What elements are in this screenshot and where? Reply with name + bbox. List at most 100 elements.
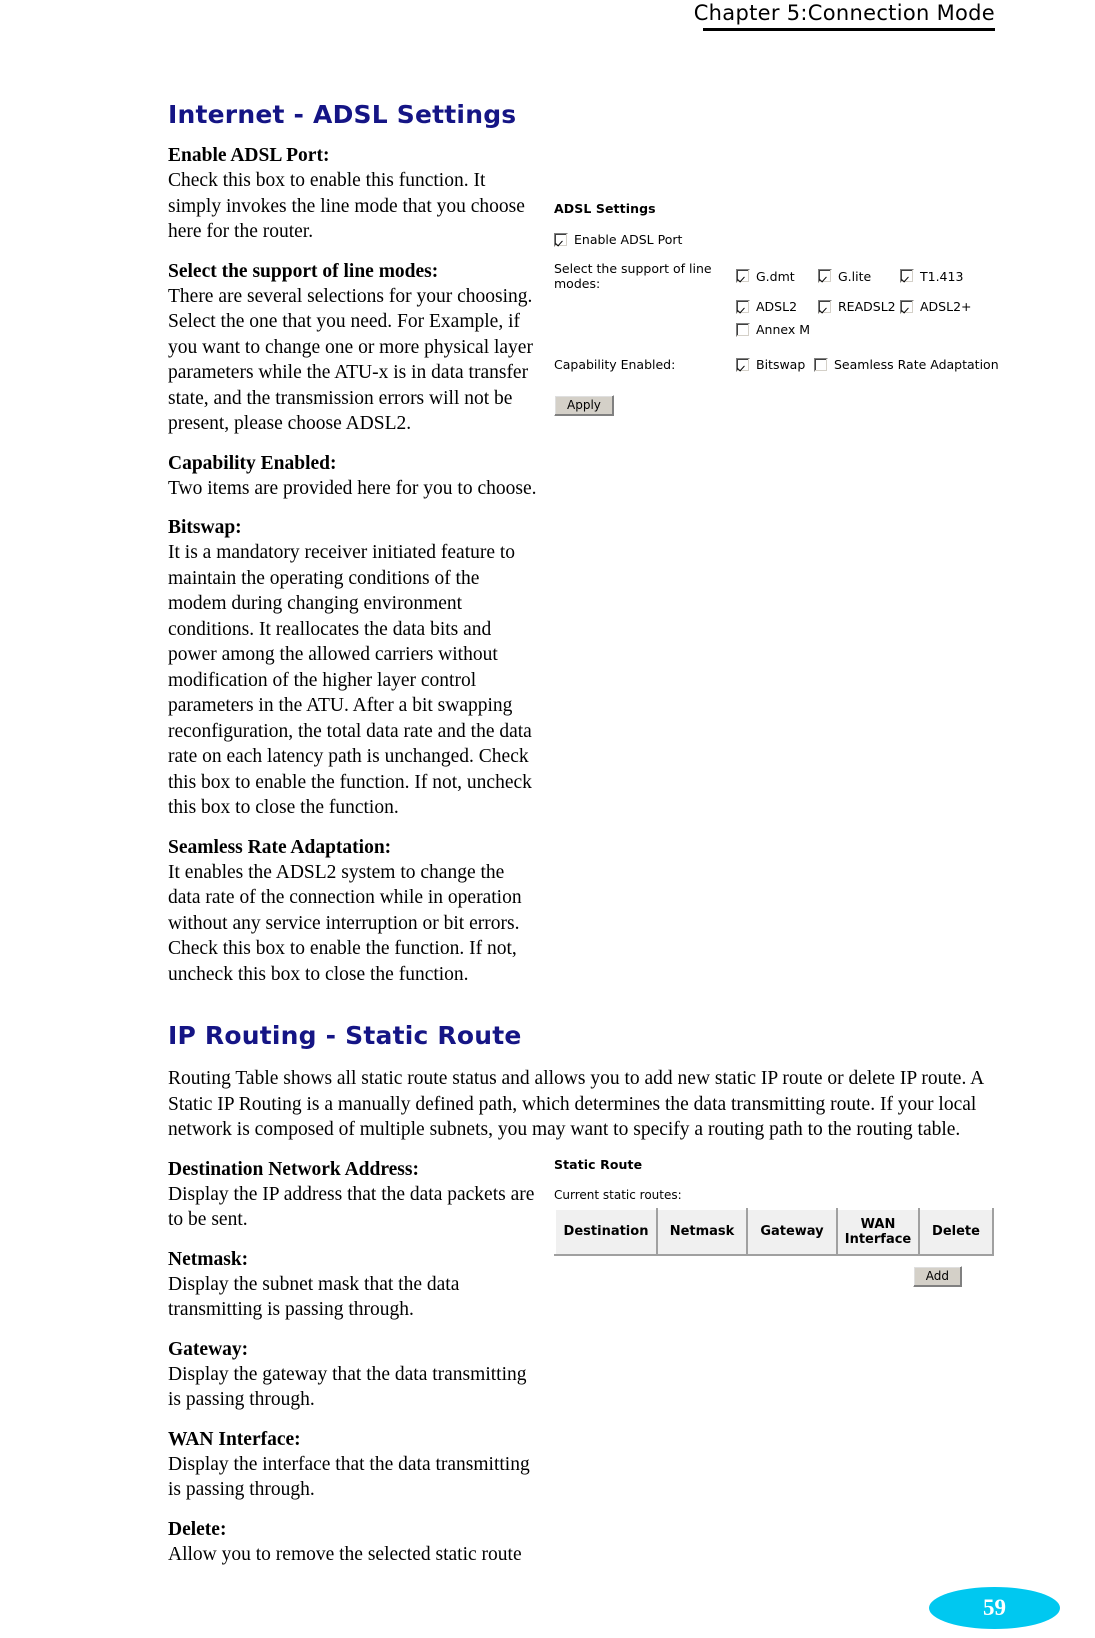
apply-button[interactable]: Apply — [554, 395, 614, 416]
line-mode-label: G.lite — [838, 268, 872, 284]
enable-adsl-port-label: Enable ADSL Port — [574, 232, 683, 247]
checkbox-icon[interactable] — [814, 357, 828, 372]
capability-slot: Seamless Rate Adaptation — [814, 357, 999, 372]
checkbox-icon[interactable] — [736, 357, 750, 372]
table-header-row: Destination Netmask Gateway WAN Interfac… — [554, 1207, 994, 1256]
checkbox-icon[interactable] — [818, 269, 832, 283]
page-content: Internet - ADSL Settings Enable ADSL Por… — [168, 100, 999, 1581]
line-mode-checkbox-t1413[interactable]: T1.413 — [900, 269, 992, 284]
line-mode-checkbox-readsl2[interactable]: READSL2 — [818, 299, 900, 314]
line-mode-slot: ADSL2+ — [900, 299, 992, 314]
definition-bitswap: Bitswap: It is a mandatory receiver init… — [168, 515, 540, 821]
line-mode-checkbox-adsl2plus[interactable]: ADSL2+ — [900, 299, 992, 314]
routing-intro-paragraph: Routing Table shows all static route sta… — [168, 1068, 984, 1140]
page-title-adsl: Internet - ADSL Settings — [168, 100, 517, 129]
definition-enable-adsl-port: Enable ADSL Port: Check this box to enab… — [168, 143, 540, 245]
enable-adsl-port-row: Enable ADSL Port — [554, 232, 994, 247]
definition-line-modes: Select the support of line modes: There … — [168, 259, 540, 437]
definition-term: Seamless Rate Adaptation: — [168, 836, 392, 858]
column-header-delete: Delete — [918, 1207, 994, 1256]
line-mode-slot: ADSL2 — [736, 299, 818, 314]
capability-checkbox-seamless-rate-adaptation[interactable]: Seamless Rate Adaptation — [814, 357, 999, 372]
definition-capability-enabled: Capability Enabled: Two items are provid… — [168, 451, 540, 502]
apply-button-row: Apply — [554, 394, 994, 416]
adsl-settings-screenshot: ADSL Settings Enable ADSL Port Select th… — [554, 201, 999, 416]
adsl-settings-panel-title: ADSL Settings — [554, 201, 656, 216]
line-mode-label: G.dmt — [756, 268, 795, 284]
definition-description: Check this box to enable this function. … — [168, 170, 525, 242]
header-rule — [703, 28, 995, 31]
definition-term: WAN Interface: — [168, 1428, 301, 1450]
definition-term: Select the support of line modes: — [168, 260, 439, 282]
table-header: Destination Netmask Gateway WAN Interfac… — [554, 1207, 994, 1256]
definition-description: Display the gateway that the data transm… — [168, 1363, 527, 1411]
definition-description: Two items are provided here for you to c… — [168, 477, 537, 499]
line-mode-label: ADSL2+ — [920, 299, 972, 314]
capability-slot: Bitswap — [736, 357, 814, 372]
add-button[interactable]: Add — [912, 1265, 962, 1287]
checkbox-icon[interactable] — [554, 232, 568, 247]
page-number-badge: 59 — [929, 1587, 1060, 1629]
line-mode-slot: READSL2 — [818, 299, 900, 314]
definition-seamless-rate-adaptation: Seamless Rate Adaptation: It enables the… — [168, 835, 540, 988]
line-mode-checkbox-gdmt[interactable]: G.dmt — [736, 269, 818, 284]
column-header-wan-interface: WAN Interface — [836, 1207, 920, 1256]
enable-adsl-port-checkbox[interactable]: Enable ADSL Port — [554, 232, 682, 247]
definition-description: Display the IP address that the data pac… — [168, 1183, 535, 1231]
adsl-section-columns: Enable ADSL Port: Check this box to enab… — [168, 143, 999, 987]
definition-term: Enable ADSL Port: — [168, 145, 330, 166]
definition-description: Allow you to remove the selected static … — [168, 1543, 522, 1565]
definition-description: There are several selections for your ch… — [168, 285, 533, 435]
line-modes-row-3: Annex M — [554, 322, 994, 337]
chapter-title: Chapter 5:Connection Mode — [693, 1, 995, 25]
checkbox-icon[interactable] — [818, 299, 832, 314]
line-mode-checkbox-annex-m[interactable]: Annex M — [736, 322, 818, 337]
current-static-routes-label: Current static routes: — [554, 1187, 682, 1202]
definition-delete: Delete: Allow you to remove the selected… — [168, 1517, 540, 1568]
line-mode-slot: G.lite — [818, 269, 900, 284]
definition-description: It enables the ADSL2 system to change th… — [168, 861, 522, 985]
line-mode-label: ADSL2 — [756, 299, 798, 314]
line-mode-label: Annex M — [756, 322, 811, 337]
static-route-panel-title: Static Route — [554, 1156, 643, 1172]
checkbox-icon[interactable] — [736, 269, 750, 283]
checkbox-icon[interactable] — [900, 299, 914, 314]
checkbox-icon[interactable] — [736, 299, 750, 314]
adsl-definition-list: Enable ADSL Port: Check this box to enab… — [168, 143, 540, 987]
definition-term: Gateway: — [168, 1338, 249, 1360]
definition-description: It is a mandatory receiver initiated fea… — [168, 542, 532, 818]
static-routes-table: Destination Netmask Gateway WAN Interfac… — [554, 1207, 994, 1256]
line-modes-group: Select the support of line modes: G.dmt … — [554, 261, 994, 337]
definition-description: Display the subnet mask that the data tr… — [168, 1273, 460, 1321]
capability-checkbox-bitswap[interactable]: Bitswap — [736, 357, 814, 372]
line-mode-checkbox-adsl2[interactable]: ADSL2 — [736, 299, 818, 314]
line-modes-row-1: Select the support of line modes: G.dmt … — [554, 261, 994, 291]
routing-section-columns: Destination Network Address: Display the… — [168, 1156, 998, 1568]
add-button-row: Add — [554, 1265, 962, 1287]
line-mode-label: T1.413 — [920, 268, 964, 284]
definition-term: Capability Enabled: — [168, 452, 337, 474]
line-modes-label: Select the support of line modes: — [554, 261, 712, 291]
line-modes-row-2: ADSL2 READSL2 ADSL2+ — [554, 299, 994, 314]
definition-gateway: Gateway: Display the gateway that the da… — [168, 1337, 540, 1413]
capability-enabled-row: Capability Enabled: Bitswap Seamless Rat… — [554, 357, 999, 372]
definition-term: Bitswap: — [168, 517, 242, 538]
column-header-netmask: Netmask — [656, 1207, 748, 1256]
line-mode-slot: T1.413 — [900, 269, 992, 284]
capability-enabled-label: Capability Enabled: — [554, 357, 676, 372]
page-title-ip-routing: IP Routing - Static Route — [168, 1021, 522, 1050]
line-mode-checkbox-glite[interactable]: G.lite — [818, 269, 900, 284]
definition-wan-interface: WAN Interface: Display the interface tha… — [168, 1427, 540, 1503]
routing-definition-list: Destination Network Address: Display the… — [168, 1157, 540, 1568]
column-header-gateway: Gateway — [746, 1207, 838, 1256]
definition-netmask: Netmask: Display the subnet mask that th… — [168, 1247, 540, 1323]
capability-label: Bitswap — [756, 357, 806, 372]
checkbox-icon[interactable] — [900, 269, 914, 283]
line-mode-slot: Annex M — [736, 322, 818, 337]
line-mode-slot: G.dmt — [736, 269, 818, 284]
static-route-screenshot: Static Route Current static routes: Dest… — [554, 1156, 994, 1287]
definition-description: Display the interface that the data tran… — [168, 1453, 530, 1501]
definition-destination-network-address: Destination Network Address: Display the… — [168, 1157, 540, 1233]
definition-term: Destination Network Address: — [168, 1158, 419, 1180]
checkbox-icon[interactable] — [736, 322, 750, 337]
